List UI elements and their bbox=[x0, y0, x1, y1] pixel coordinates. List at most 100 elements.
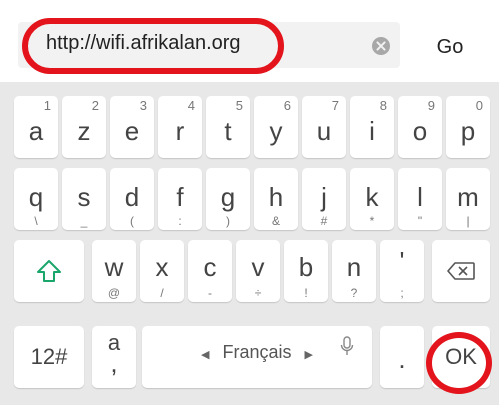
key-c[interactable]: c - bbox=[188, 240, 232, 302]
key-f[interactable]: f : bbox=[158, 168, 202, 230]
key-number: 3 bbox=[139, 98, 147, 113]
go-button[interactable]: Go bbox=[424, 32, 476, 62]
backspace-key[interactable] bbox=[432, 240, 490, 302]
key-secondary: ? bbox=[350, 286, 358, 300]
key-secondary: & bbox=[271, 214, 280, 228]
key-label: m bbox=[457, 182, 479, 212]
key-x[interactable]: x / bbox=[140, 240, 184, 302]
key-label: t bbox=[224, 116, 232, 146]
key-label: o bbox=[412, 116, 428, 146]
key-label: , bbox=[110, 348, 118, 378]
key-secondary: : bbox=[178, 214, 182, 228]
key-label: b bbox=[298, 252, 314, 282]
microphone-icon[interactable] bbox=[340, 336, 354, 361]
key-secondary: ) bbox=[226, 214, 230, 228]
key-label: v bbox=[251, 252, 265, 282]
address-bar: http://wifi.afrikalan.org Go bbox=[0, 0, 499, 82]
key-number: 2 bbox=[91, 98, 99, 113]
key-secondary: ! bbox=[304, 286, 308, 300]
shift-key[interactable] bbox=[14, 240, 84, 302]
key-label: a bbox=[28, 116, 44, 146]
key-label: e bbox=[124, 116, 140, 146]
key-l[interactable]: l " bbox=[398, 168, 442, 230]
key-secondary: _ bbox=[80, 214, 88, 228]
key-label: q bbox=[28, 182, 44, 212]
key-secondary: ÷ bbox=[254, 286, 262, 300]
key-label: c bbox=[203, 252, 217, 282]
shift-arrow-icon bbox=[14, 258, 84, 284]
url-text: http://wifi.afrikalan.org bbox=[46, 32, 241, 54]
key-label: OK bbox=[445, 344, 477, 369]
key-number: 6 bbox=[283, 98, 291, 113]
language-next-icon: ▶ bbox=[304, 349, 313, 361]
key-t[interactable]: 5 t bbox=[206, 96, 250, 158]
key-apostrophe[interactable]: ' ; bbox=[380, 240, 424, 302]
key-number: 4 bbox=[187, 98, 195, 113]
key-label: k bbox=[365, 182, 379, 212]
soft-keyboard: 1 a 2 z 3 e 4 r 5 t 6 y 7 u 8 i 9 o 0 p … bbox=[0, 82, 499, 405]
key-label: ' bbox=[399, 246, 405, 276]
key-w[interactable]: w @ bbox=[92, 240, 136, 302]
key-k[interactable]: k * bbox=[350, 168, 394, 230]
key-label: r bbox=[175, 116, 185, 146]
key-label: l bbox=[417, 182, 423, 212]
key-r[interactable]: 4 r bbox=[158, 96, 202, 158]
key-label: w bbox=[104, 252, 124, 282]
key-secondary: @ bbox=[107, 286, 121, 300]
key-label: f bbox=[176, 182, 184, 212]
key-y[interactable]: 6 y bbox=[254, 96, 298, 158]
key-label: g bbox=[220, 182, 236, 212]
key-number: 7 bbox=[331, 98, 339, 113]
key-label: 12# bbox=[30, 344, 68, 369]
key-m[interactable]: m | bbox=[446, 168, 490, 230]
key-a[interactable]: 1 a bbox=[14, 96, 58, 158]
key-u[interactable]: 7 u bbox=[302, 96, 346, 158]
space-language-label: Français bbox=[222, 342, 292, 362]
key-secondary: ( bbox=[130, 214, 134, 228]
comma-key[interactable]: a , bbox=[92, 326, 136, 388]
key-v[interactable]: v ÷ bbox=[236, 240, 280, 302]
language-prev-icon: ◀ bbox=[201, 349, 210, 361]
key-d[interactable]: d ( bbox=[110, 168, 154, 230]
key-number: 9 bbox=[427, 98, 435, 113]
clear-circle-icon[interactable] bbox=[372, 37, 390, 55]
key-secondary: \ bbox=[34, 214, 38, 228]
backspace-icon bbox=[432, 261, 490, 281]
key-e[interactable]: 3 e bbox=[110, 96, 154, 158]
key-label: u bbox=[316, 116, 332, 146]
key-i[interactable]: 8 i bbox=[350, 96, 394, 158]
key-j[interactable]: j # bbox=[302, 168, 346, 230]
key-label: p bbox=[460, 116, 476, 146]
key-label: h bbox=[268, 182, 284, 212]
key-label: i bbox=[369, 116, 375, 146]
key-label: s bbox=[77, 182, 91, 212]
key-label: z bbox=[77, 116, 91, 146]
key-secondary: " bbox=[417, 214, 423, 228]
space-key[interactable]: ◀ Français ▶ bbox=[142, 326, 372, 388]
key-secondary: ; bbox=[400, 286, 404, 300]
key-label: d bbox=[124, 182, 140, 212]
key-q[interactable]: q \ bbox=[14, 168, 58, 230]
url-input[interactable]: http://wifi.afrikalan.org bbox=[18, 22, 400, 68]
key-number: 8 bbox=[379, 98, 387, 113]
key-n[interactable]: n ? bbox=[332, 240, 376, 302]
key-label: n bbox=[346, 252, 362, 282]
ok-key[interactable]: OK bbox=[432, 326, 490, 388]
key-number: 0 bbox=[475, 98, 483, 113]
key-secondary: * bbox=[369, 214, 375, 228]
key-secondary: / bbox=[160, 286, 164, 300]
key-h[interactable]: h & bbox=[254, 168, 298, 230]
symbols-key[interactable]: 12# bbox=[14, 326, 84, 388]
period-key[interactable]: . bbox=[380, 326, 424, 388]
key-b[interactable]: b ! bbox=[284, 240, 328, 302]
key-p[interactable]: 0 p bbox=[446, 96, 490, 158]
key-label: j bbox=[321, 182, 327, 212]
key-g[interactable]: g ) bbox=[206, 168, 250, 230]
key-o[interactable]: 9 o bbox=[398, 96, 442, 158]
key-label: . bbox=[398, 344, 406, 374]
key-secondary: - bbox=[208, 286, 212, 300]
key-s[interactable]: s _ bbox=[62, 168, 106, 230]
key-label: x bbox=[155, 252, 169, 282]
key-z[interactable]: 2 z bbox=[62, 96, 106, 158]
key-secondary: # bbox=[320, 214, 328, 228]
